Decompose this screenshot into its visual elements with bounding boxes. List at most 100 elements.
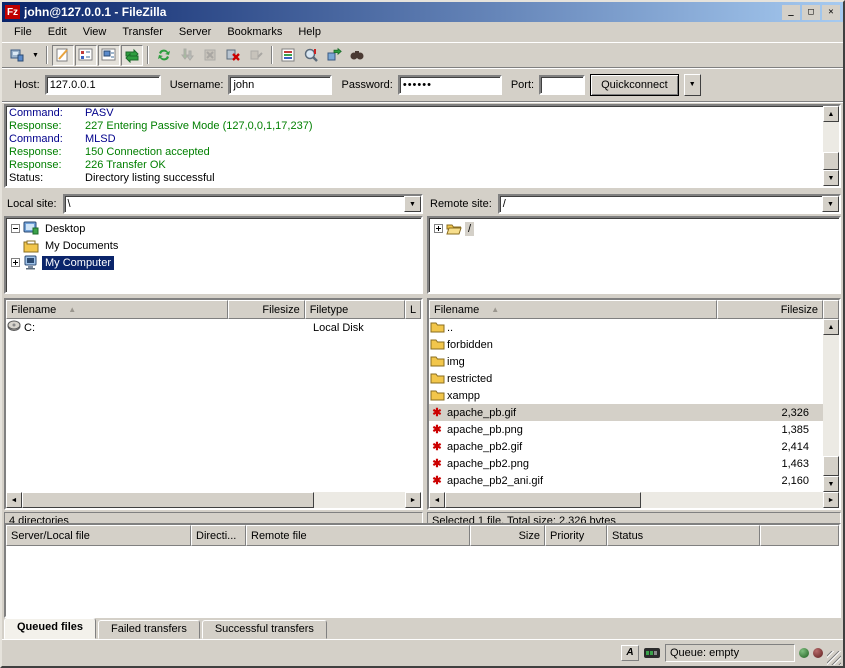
- chevron-down-icon[interactable]: ▼: [404, 196, 421, 212]
- toggle-transfer-queue-icon[interactable]: [121, 45, 143, 66]
- cancel-operation-icon[interactable]: [199, 45, 221, 66]
- find-files-icon[interactable]: [346, 45, 368, 66]
- toggle-local-tree-icon[interactable]: [75, 45, 97, 66]
- column-status[interactable]: Status: [607, 525, 760, 546]
- close-button[interactable]: ✕: [822, 5, 840, 20]
- menu-bookmarks[interactable]: Bookmarks: [219, 24, 290, 40]
- file-row-c-drive[interactable]: C: Local Disk: [6, 319, 421, 336]
- tree-item-label: My Computer: [42, 256, 114, 270]
- resize-grip[interactable]: [827, 651, 841, 665]
- column-filename[interactable]: Filename▲: [6, 300, 228, 319]
- directory-comparison-icon[interactable]: [300, 45, 322, 66]
- synchronized-browsing-icon[interactable]: [323, 45, 345, 66]
- column-filesize[interactable]: Filesize: [717, 300, 823, 319]
- filezilla-window: Fz john@127.0.0.1 - FileZilla _ □ ✕ File…: [0, 0, 845, 668]
- scroll-left-icon[interactable]: ◄: [6, 492, 22, 508]
- folder-icon: [429, 337, 445, 353]
- file-row[interactable]: ✱apache_pb2.png1,463: [429, 455, 823, 472]
- ascii-data-type-icon[interactable]: A: [621, 645, 639, 661]
- scrollbar-thumb[interactable]: [823, 456, 839, 476]
- filter-icon[interactable]: [277, 45, 299, 66]
- quickconnect-bar: Host: Username: Password: Port: Quickcon…: [2, 68, 843, 102]
- toggle-remote-tree-icon[interactable]: [98, 45, 120, 66]
- expand-icon[interactable]: [434, 224, 443, 233]
- file-row[interactable]: ✱apache_pb.gif2,326: [429, 404, 823, 421]
- column-filename[interactable]: Filename▲: [429, 300, 717, 319]
- scrollbar-thumb[interactable]: [22, 492, 314, 508]
- dir-row[interactable]: ..: [429, 319, 823, 336]
- header-filler: [823, 300, 839, 319]
- toggle-message-log-icon[interactable]: [52, 45, 74, 66]
- minimize-button[interactable]: _: [782, 5, 800, 20]
- menu-file[interactable]: File: [6, 24, 40, 40]
- column-filetype[interactable]: Filetype: [305, 300, 405, 319]
- scrollbar-thumb[interactable]: [823, 152, 839, 170]
- column-direction[interactable]: Directi...: [191, 525, 246, 546]
- menu-edit[interactable]: Edit: [40, 24, 75, 40]
- file-row[interactable]: ✱apache_pb2_ani.gif2,160: [429, 472, 823, 489]
- dir-row[interactable]: restricted: [429, 370, 823, 387]
- toolbar: ▼: [2, 43, 843, 68]
- tab-successful-transfers[interactable]: Successful transfers: [202, 620, 327, 639]
- maximize-button[interactable]: □: [802, 5, 820, 20]
- scroll-right-icon[interactable]: ►: [405, 492, 421, 508]
- host-input[interactable]: [45, 75, 161, 95]
- tab-failed-transfers[interactable]: Failed transfers: [98, 620, 200, 639]
- speed-limit-icon[interactable]: [643, 645, 661, 661]
- local-site-combo[interactable]: \ ▼: [63, 194, 423, 214]
- scroll-down-icon[interactable]: ▼: [823, 476, 839, 492]
- open-folder-icon: [446, 221, 462, 236]
- tree-item-root[interactable]: /: [431, 220, 839, 237]
- tree-item-desktop[interactable]: Desktop: [8, 220, 421, 237]
- scroll-up-icon[interactable]: ▲: [823, 106, 839, 122]
- file-row[interactable]: ✱apache_pb.png1,385: [429, 421, 823, 438]
- log-vertical-scrollbar[interactable]: ▲ ▼: [823, 106, 839, 186]
- chevron-down-icon[interactable]: ▼: [822, 196, 839, 212]
- column-remote-file[interactable]: Remote file: [246, 525, 470, 546]
- column-priority[interactable]: Priority: [545, 525, 607, 546]
- site-manager-dropdown-icon[interactable]: ▼: [29, 45, 42, 66]
- reconnect-icon[interactable]: [245, 45, 267, 66]
- remote-horizontal-scrollbar[interactable]: ◄ ►: [429, 492, 839, 508]
- refresh-icon[interactable]: [153, 45, 175, 66]
- collapse-icon[interactable]: [11, 224, 20, 233]
- file-row[interactable]: ✱apache_pb2.gif2,414: [429, 438, 823, 455]
- documents-folder-icon: [23, 238, 39, 253]
- tree-item-my-documents[interactable]: My Documents: [8, 237, 421, 254]
- scroll-left-icon[interactable]: ◄: [429, 492, 445, 508]
- quickconnect-button[interactable]: Quickconnect: [590, 74, 679, 96]
- local-horizontal-scrollbar[interactable]: ◄ ►: [6, 492, 421, 508]
- quickconnect-dropdown-icon[interactable]: ▼: [684, 74, 701, 96]
- site-manager-icon[interactable]: [6, 45, 28, 66]
- menu-server[interactable]: Server: [171, 24, 219, 40]
- dir-row[interactable]: img: [429, 353, 823, 370]
- scroll-down-icon[interactable]: ▼: [823, 170, 839, 186]
- username-input[interactable]: [228, 75, 332, 95]
- tree-item-my-computer[interactable]: My Computer: [8, 254, 421, 271]
- menu-transfer[interactable]: Transfer: [114, 24, 171, 40]
- process-queue-icon[interactable]: [176, 45, 198, 66]
- tree-item-label: Desktop: [42, 222, 88, 236]
- scroll-up-icon[interactable]: ▲: [823, 319, 839, 335]
- disconnect-icon[interactable]: [222, 45, 244, 66]
- remote-site-combo[interactable]: / ▼: [498, 194, 841, 214]
- tab-queued-files[interactable]: Queued files: [4, 618, 96, 639]
- log-line-text: 227 Entering Passive Mode (127,0,0,1,17,…: [85, 120, 312, 133]
- remote-list-header: Filename▲ Filesize: [429, 300, 839, 319]
- menu-view[interactable]: View: [75, 24, 115, 40]
- dir-row[interactable]: xampp: [429, 387, 823, 404]
- column-last-modified[interactable]: L: [405, 300, 421, 319]
- expand-icon[interactable]: [11, 258, 20, 267]
- remote-vertical-scrollbar[interactable]: ▲ ▼: [823, 319, 839, 492]
- scrollbar-thumb[interactable]: [445, 492, 641, 508]
- port-input[interactable]: [539, 75, 585, 95]
- column-size[interactable]: Size: [470, 525, 545, 546]
- password-input[interactable]: [398, 75, 502, 95]
- dir-row[interactable]: forbidden: [429, 336, 823, 353]
- scroll-right-icon[interactable]: ►: [823, 492, 839, 508]
- queue-tabs: Queued files Failed transfers Successful…: [2, 618, 843, 639]
- column-filesize[interactable]: Filesize: [228, 300, 305, 319]
- file-size: 2,160: [727, 475, 823, 487]
- menu-help[interactable]: Help: [290, 24, 329, 40]
- column-server-local-file[interactable]: Server/Local file: [6, 525, 191, 546]
